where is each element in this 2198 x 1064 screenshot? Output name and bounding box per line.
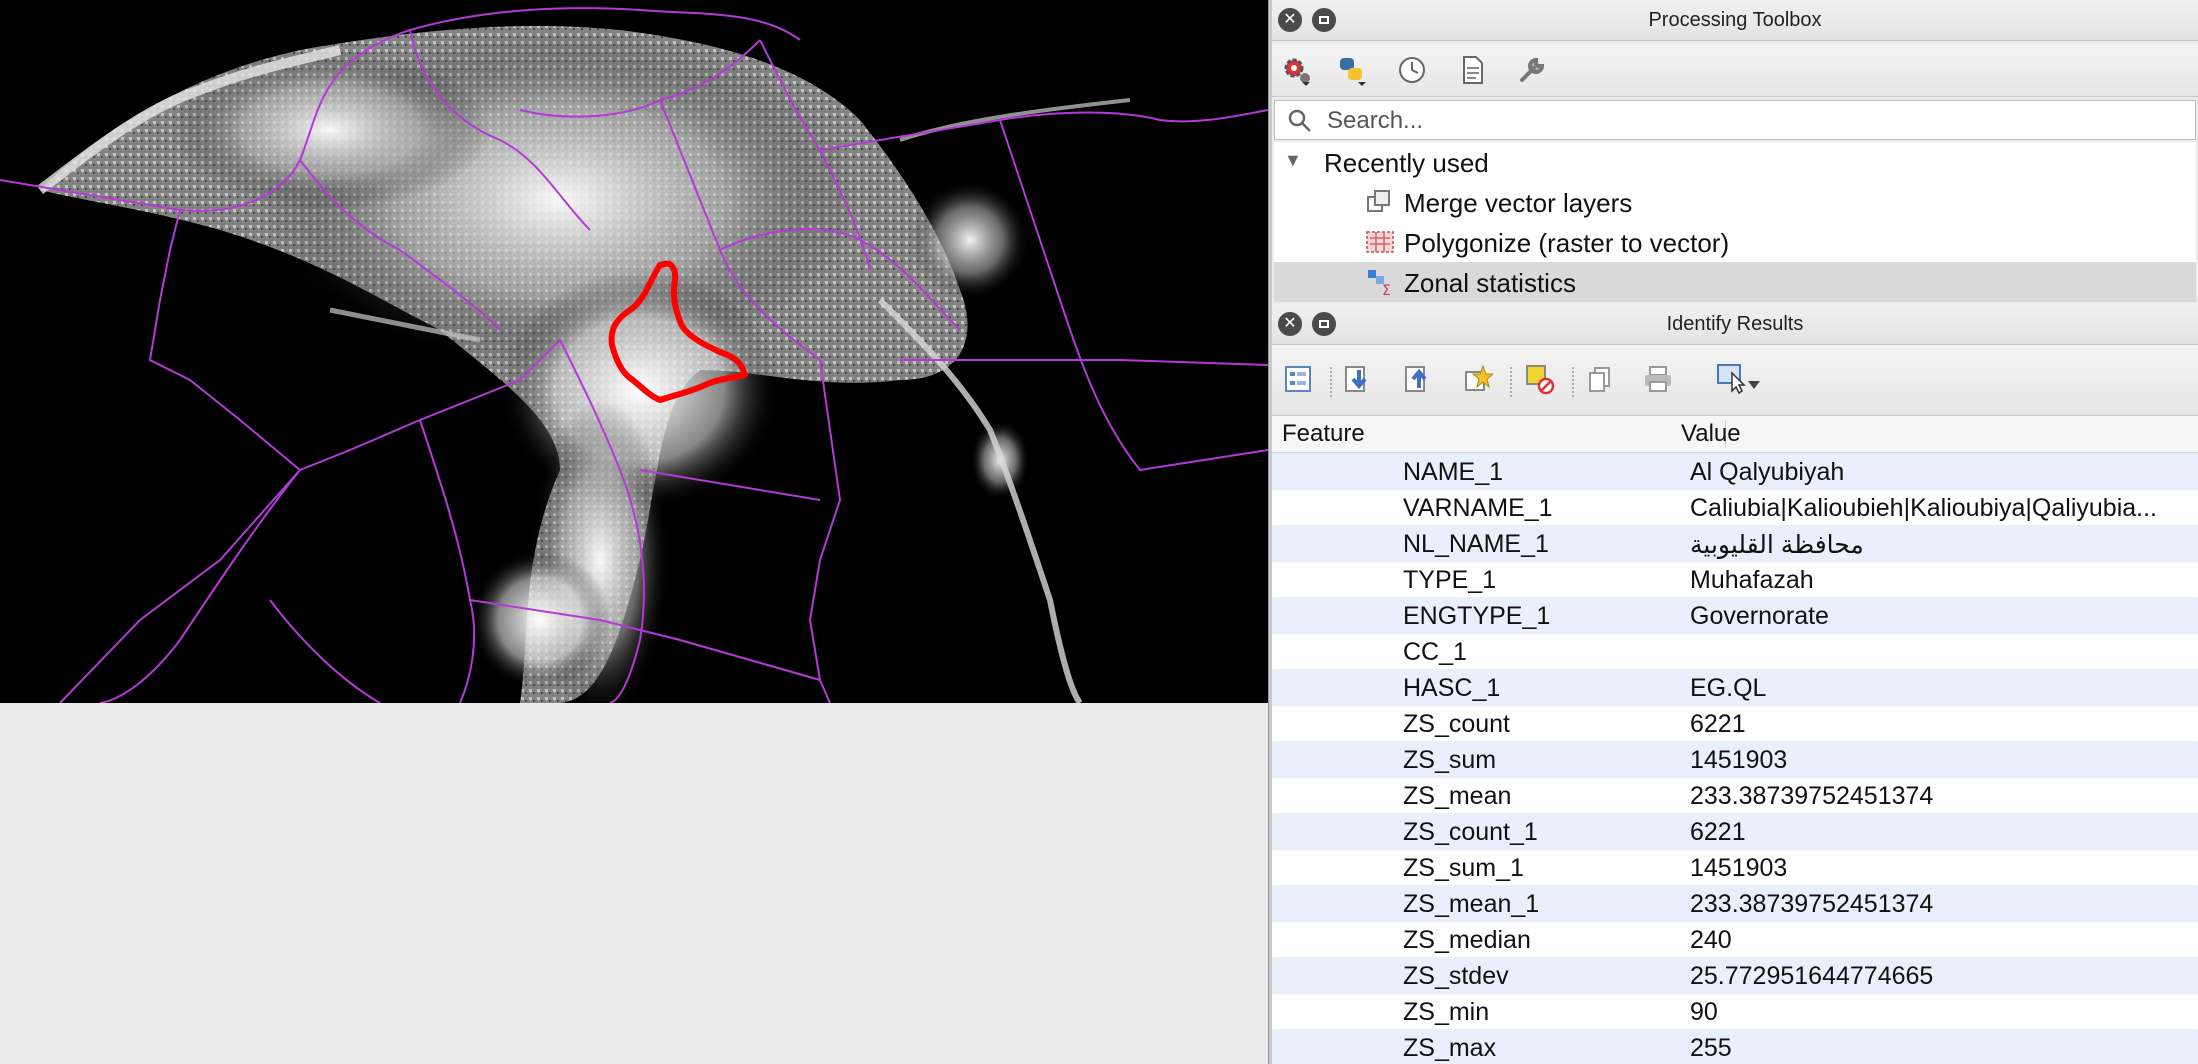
attribute-name: ZS_mean xyxy=(1403,782,1512,810)
attribute-value: محافظة القليوبية xyxy=(1690,531,1864,559)
tree-item-label: Polygonize (raster to vector) xyxy=(1404,228,1730,258)
table-row[interactable]: ZS_stdev 25.772951644774665 xyxy=(1272,957,2198,994)
table-row[interactable]: ZS_sum 1451903 xyxy=(1272,741,2198,778)
copy-icon[interactable] xyxy=(1584,363,1616,395)
attribute-name: NL_NAME_1 xyxy=(1403,530,1549,558)
identify-results-titlebar[interactable]: ✕ Identify Results xyxy=(1272,304,2198,345)
attribute-name: ZS_count xyxy=(1403,710,1511,738)
attribute-name: ZS_sum_1 xyxy=(1403,854,1524,882)
tree-item-label: Zonal statistics xyxy=(1404,268,1576,298)
identify-results-title: Identify Results xyxy=(1666,313,1804,335)
attribute-name: ZS_median xyxy=(1403,926,1531,954)
attribute-value: 1451903 xyxy=(1690,746,1788,774)
highlight-star-icon[interactable] xyxy=(1462,363,1494,395)
delta-lights xyxy=(36,25,1131,703)
table-row[interactable]: ENGTYPE_1 Governorate xyxy=(1272,597,2198,634)
tree-item-merge-vector-layers[interactable]: Merge vector layers xyxy=(1274,182,2196,222)
table-row[interactable]: ZS_max 255 xyxy=(1272,1029,2198,1064)
attribute-name: ZS_min xyxy=(1403,998,1490,1026)
python-icon[interactable] xyxy=(1336,54,1368,86)
table-row[interactable]: HASC_1 EG.QL xyxy=(1272,669,2198,706)
table-row[interactable]: NL_NAME_1 محافظة القليوبية xyxy=(1272,525,2198,562)
expand-tree-icon[interactable] xyxy=(1282,363,1314,395)
table-row[interactable]: VARNAME_1 Caliubia|Kalioubieh|Kalioubiya|… xyxy=(1272,489,2198,526)
table-row[interactable]: TYPE_1 Muhafazah xyxy=(1272,561,2198,598)
svg-text:Σ: Σ xyxy=(1382,283,1391,296)
tree-item-zonal-statistics[interactable]: Σ Zonal statistics xyxy=(1274,262,2196,302)
identify-results-table: NAME_1 Al Qalyubiyah VARNAME_1 Caliubia|Ka… xyxy=(1272,453,2198,1064)
attribute-name: CC_1 xyxy=(1403,638,1467,666)
tree-item-label: Merge vector layers xyxy=(1404,188,1633,218)
attribute-name: ZS_sum xyxy=(1403,746,1497,774)
tree-group-label: Recently used xyxy=(1324,148,1489,178)
identify-toolbar xyxy=(1272,345,2198,416)
attribute-value: Governorate xyxy=(1690,602,1829,630)
search-input[interactable] xyxy=(1325,105,2179,137)
table-row[interactable]: ZS_min 90 xyxy=(1272,993,2198,1030)
attribute-name: ZS_max xyxy=(1403,1034,1497,1062)
night-lights-map xyxy=(0,7,1268,703)
toolbox-search-box[interactable] xyxy=(1274,100,2196,140)
map-canvas[interactable] xyxy=(0,0,1268,703)
table-row[interactable]: ZS_mean 233.38739752451374 xyxy=(1272,777,2198,814)
algorithm-tree: ▼ Recently used Merge vector layers Poly… xyxy=(1274,142,2196,302)
attribute-value: 233.38739752451374 xyxy=(1690,890,1934,918)
toolbar-separator xyxy=(1510,367,1513,397)
attribute-name: TYPE_1 xyxy=(1403,566,1497,594)
table-row[interactable]: NAME_1 Al Qalyubiyah xyxy=(1272,453,2198,490)
clear-highlight-icon[interactable] xyxy=(1524,363,1556,395)
attribute-value: Al Qalyubiyah xyxy=(1690,458,1845,486)
attribute-name: VARNAME_1 xyxy=(1403,494,1553,522)
attribute-value: 6221 xyxy=(1690,710,1746,738)
table-row[interactable]: ZS_median 240 xyxy=(1272,921,2198,958)
identify-table-header: Feature Value xyxy=(1272,416,2198,453)
results-document-icon[interactable] xyxy=(1456,54,1488,86)
search-icon xyxy=(1288,109,1311,132)
models-gear-icon[interactable] xyxy=(1280,54,1312,86)
attribute-value: 1451903 xyxy=(1690,854,1788,882)
table-row[interactable]: CC_1 xyxy=(1272,633,2198,670)
collapse-down-icon[interactable] xyxy=(1342,363,1374,395)
zonal-stats-icon: Σ xyxy=(1368,270,1391,296)
toolbar-separator xyxy=(1572,367,1575,397)
tree-item-polygonize[interactable]: Polygonize (raster to vector) xyxy=(1274,222,2196,262)
map-canvas-empty-area xyxy=(0,703,1268,1064)
attribute-name: ENGTYPE_1 xyxy=(1403,602,1551,630)
column-header-feature[interactable]: Feature xyxy=(1282,420,1365,448)
attribute-name: ZS_count_1 xyxy=(1403,818,1538,846)
attribute-value: 90 xyxy=(1690,998,1718,1026)
processing-toolbar xyxy=(1272,44,2198,97)
attribute-value: EG.QL xyxy=(1690,674,1767,702)
attribute-name: HASC_1 xyxy=(1403,674,1501,702)
expand-triangle-icon[interactable]: ▼ xyxy=(1284,150,1302,171)
attribute-value: Muhafazah xyxy=(1690,566,1814,594)
table-row[interactable]: ZS_count_1 6221 xyxy=(1272,813,2198,850)
right-dock-area: ✕ Processing Toolbox ▼ Recently used xyxy=(1272,0,2198,1064)
attribute-value: 25.772951644774665 xyxy=(1690,962,1934,990)
table-row[interactable]: ZS_mean_1 233.38739752451374 xyxy=(1272,885,2198,922)
options-wrench-icon[interactable] xyxy=(1516,54,1548,86)
attribute-name: ZS_mean_1 xyxy=(1403,890,1540,918)
polygonize-icon xyxy=(1366,231,1394,253)
tree-group-recently-used[interactable]: ▼ Recently used xyxy=(1274,142,2196,182)
table-row[interactable]: ZS_sum_1 1451903 xyxy=(1272,849,2198,886)
history-clock-icon[interactable] xyxy=(1396,54,1428,86)
select-mode-icon[interactable] xyxy=(1714,363,1764,395)
processing-toolbox-titlebar[interactable]: ✕ Processing Toolbox xyxy=(1272,0,2198,41)
print-icon[interactable] xyxy=(1642,363,1674,395)
table-row[interactable]: ZS_count 6221 xyxy=(1272,705,2198,742)
attribute-name: ZS_stdev xyxy=(1403,962,1509,990)
attribute-value: 6221 xyxy=(1690,818,1746,846)
attribute-value: 255 xyxy=(1690,1034,1732,1062)
toolbar-separator xyxy=(1330,367,1333,397)
attribute-value: Caliubia|Kalioubieh|Kalioubiya|Qaliyubia… xyxy=(1690,494,2157,522)
merge-icon xyxy=(1367,190,1390,212)
processing-toolbox-title: Processing Toolbox xyxy=(1648,9,1822,31)
attribute-name: NAME_1 xyxy=(1403,458,1504,486)
attribute-value: 233.38739752451374 xyxy=(1690,782,1934,810)
attribute-value: 240 xyxy=(1690,926,1732,954)
collapse-up-icon[interactable] xyxy=(1402,363,1434,395)
column-header-value[interactable]: Value xyxy=(1681,420,1741,448)
